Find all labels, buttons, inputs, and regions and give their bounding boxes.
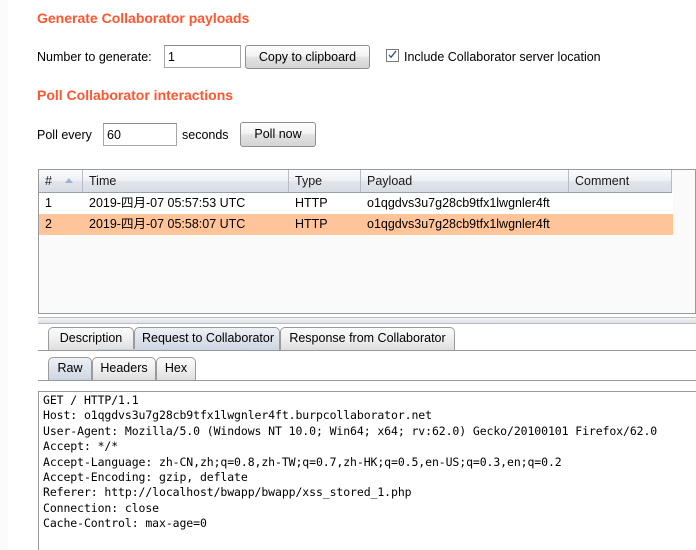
detail-tabstrip-rule (38, 350, 696, 351)
row-number: 1 (39, 193, 83, 214)
column-header-number[interactable]: # (39, 170, 83, 192)
table-row[interactable]: 2 2019-四月-07 05:58:07 UTC HTTP o1qgdvs3u… (39, 214, 673, 235)
column-header-payload[interactable]: Payload (361, 170, 569, 192)
interactions-table-panel[interactable]: # Time Type Payload Comment 1 2019-四月-07… (38, 169, 696, 314)
page-left-gutter (0, 0, 8, 550)
view-tabstrip: Raw Headers Hex (38, 357, 696, 381)
poll-interactions-heading: Poll Collaborator interactions (37, 87, 233, 103)
row-comment (569, 214, 672, 235)
tab-response-from-collaborator[interactable]: Response from Collaborator (280, 327, 455, 350)
poll-now-button[interactable]: Poll now (240, 122, 316, 147)
tab-raw[interactable]: Raw (48, 357, 92, 380)
collaborator-client-page: Generate Collaborator payloads Number to… (0, 0, 696, 550)
row-payload: o1qgdvs3u7g28cb9tfx1lwgnler4ft (361, 214, 569, 235)
include-server-location-label: Include Collaborator server location (404, 50, 601, 64)
row-payload: o1qgdvs3u7g28cb9tfx1lwgnler4ft (361, 193, 569, 214)
table-row[interactable]: 1 2019-四月-07 05:57:53 UTC HTTP o1qgdvs3u… (39, 193, 673, 214)
row-time: 2019-四月-07 05:57:53 UTC (83, 193, 289, 214)
copy-to-clipboard-button[interactable]: Copy to clipboard (245, 45, 370, 69)
poll-interval-input[interactable] (103, 123, 177, 146)
row-type: HTTP (289, 193, 361, 214)
column-header-comment[interactable]: Comment (569, 170, 672, 192)
column-header-type[interactable]: Type (289, 170, 361, 192)
sort-ascending-icon (65, 178, 73, 183)
row-time: 2019-四月-07 05:58:07 UTC (83, 214, 289, 235)
tab-description[interactable]: Description (48, 327, 134, 350)
panel-splitter[interactable] (38, 317, 696, 324)
checkmark-icon (387, 50, 398, 61)
row-type: HTTP (289, 214, 361, 235)
interactions-table-header: # Time Type Payload Comment (39, 170, 672, 193)
number-to-generate-input[interactable] (164, 45, 241, 68)
tab-request-to-collaborator[interactable]: Request to Collaborator (134, 327, 280, 350)
include-server-location-checkbox[interactable] (386, 49, 399, 62)
raw-message-viewer[interactable]: GET / HTTP/1.1 Host: o1qgdvs3u7g28cb9tfx… (38, 391, 696, 550)
seconds-label: seconds (182, 128, 229, 142)
tab-hex[interactable]: Hex (156, 357, 196, 380)
row-comment (569, 193, 672, 214)
view-tabstrip-rule (38, 380, 696, 381)
generate-payloads-heading: Generate Collaborator payloads (37, 10, 249, 26)
detail-tabstrip: Description Request to Collaborator Resp… (38, 327, 696, 351)
column-header-number-label: # (45, 174, 52, 188)
column-header-time[interactable]: Time (83, 170, 289, 192)
number-to-generate-label: Number to generate: (37, 50, 152, 64)
poll-every-label: Poll every (37, 128, 92, 142)
row-number: 2 (39, 214, 83, 235)
tab-headers[interactable]: Headers (92, 357, 156, 380)
raw-message-text: GET / HTTP/1.1 Host: o1qgdvs3u7g28cb9tfx… (43, 393, 657, 532)
